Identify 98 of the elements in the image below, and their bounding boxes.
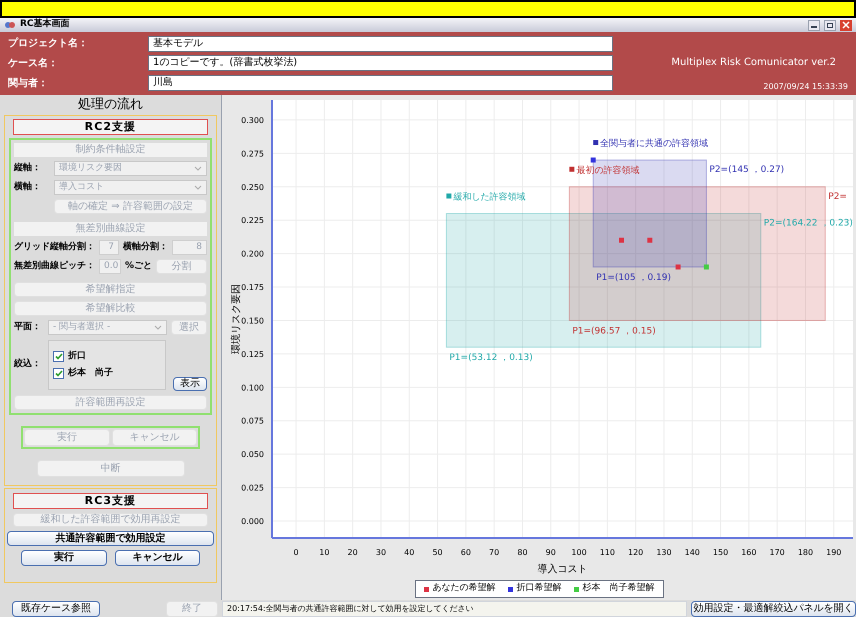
tick-label: 80 bbox=[517, 548, 528, 557]
tick-label: 0.125 bbox=[241, 350, 264, 359]
field-label: グリッド縦軸分割： bbox=[14, 240, 95, 254]
chevron-down-icon bbox=[194, 185, 202, 190]
chevron-down-icon bbox=[154, 325, 162, 330]
section-title: 無差別曲線設定 bbox=[14, 222, 207, 236]
panel-title: 処理の流れ bbox=[77, 96, 144, 114]
field-label: %ごと bbox=[125, 260, 152, 273]
cancel-button[interactable]: キャンセル bbox=[114, 550, 200, 566]
tick-label: 60 bbox=[460, 548, 471, 557]
tick-label: 110 bbox=[600, 548, 615, 557]
tick-label: 10 bbox=[319, 548, 330, 557]
region-label: 緩和した許容領域 bbox=[453, 192, 526, 202]
tick-label: 0.150 bbox=[241, 316, 264, 326]
field-label: 平面： bbox=[14, 320, 42, 334]
checkmark-icon bbox=[54, 370, 62, 378]
checkbox[interactable] bbox=[53, 368, 64, 380]
tick-label: 0.175 bbox=[241, 283, 264, 292]
tick-label: 0.050 bbox=[241, 450, 264, 460]
dropdown[interactable]: 導入コスト bbox=[54, 180, 207, 195]
status-bar: 20:17:54:全関与者の共通許容範囲に対して効用を設定してください bbox=[222, 600, 687, 616]
show-button[interactable]: 表示 bbox=[173, 377, 207, 391]
text-field[interactable]: 1のコピーです。(辞書式枚挙法) bbox=[148, 55, 613, 72]
tick-label: 0.300 bbox=[241, 116, 264, 125]
legend-label: 杉本 尚子希望解 bbox=[582, 582, 654, 596]
field-label: 関与者： bbox=[8, 76, 49, 91]
tick-label: 120 bbox=[628, 548, 644, 557]
field-label: 横軸分割： bbox=[123, 240, 168, 254]
point-label: P1=(96.57 ，0.15) bbox=[572, 326, 656, 336]
axis-title: 導入コスト bbox=[538, 564, 588, 575]
region-marker-icon bbox=[569, 166, 574, 172]
tick-label: 100 bbox=[571, 548, 587, 557]
text-field[interactable]: 基本モデル bbox=[148, 36, 613, 52]
legend-label: あなたの希望解 bbox=[432, 582, 496, 596]
number-field[interactable]: 0.0 bbox=[99, 259, 121, 274]
tick-label: 190 bbox=[826, 548, 842, 557]
tick-label: 0.025 bbox=[241, 484, 264, 493]
text-field[interactable]: 川島 bbox=[148, 75, 613, 92]
number-field[interactable]: 8 bbox=[172, 240, 207, 255]
participant-name: 杉本 尚子 bbox=[68, 367, 113, 380]
restore-button[interactable] bbox=[824, 20, 836, 30]
point-label: P2=(164.22 ，0.23) bbox=[764, 218, 853, 228]
tick-label: 140 bbox=[684, 548, 700, 557]
dropdown[interactable]: 環境リスク要因 bbox=[54, 161, 207, 176]
minimize-button[interactable] bbox=[808, 20, 820, 30]
chevron-down-icon bbox=[194, 166, 202, 171]
tick-label: 0.250 bbox=[241, 182, 264, 192]
tick-label: 0.275 bbox=[241, 149, 264, 158]
point-label: P1=(53.12 ，0.13) bbox=[449, 353, 533, 364]
field-label: 縦軸： bbox=[14, 162, 42, 175]
number-field[interactable]: 7 bbox=[99, 240, 119, 255]
region-label: 全関与者に共通の許容領域 bbox=[600, 139, 708, 150]
tick-label: 20 bbox=[348, 548, 358, 557]
open-panel-button[interactable]: 効用設定・最適解絞込パネルを開く bbox=[691, 600, 856, 616]
field-label: 横軸： bbox=[14, 180, 42, 194]
checkmark-icon bbox=[54, 352, 62, 360]
axis-title: 環境リスク要因 bbox=[231, 284, 242, 354]
tick-label: 160 bbox=[741, 548, 756, 557]
section-heading: RC2支援 bbox=[13, 119, 208, 135]
app-name: Multiplex Risk Comunicator ver.2 bbox=[671, 56, 836, 70]
section-title: 制約条件軸設定 bbox=[14, 143, 207, 157]
region-label: 最初の許容領域 bbox=[576, 166, 640, 176]
tick-label: 50 bbox=[432, 548, 443, 557]
tick-label: 170 bbox=[770, 548, 785, 557]
tick-label: 30 bbox=[376, 548, 386, 557]
common-utility-button[interactable]: 共通許容範囲で効用設定 bbox=[7, 531, 214, 546]
point-label: P1=(105 ，0.19) bbox=[596, 273, 671, 283]
region-marker-icon bbox=[593, 140, 598, 146]
window-title: RC基本画面 bbox=[20, 18, 71, 32]
dropdown[interactable]: - 関与者選択 - bbox=[48, 320, 167, 335]
point-label: P2=(145 ，0.27) bbox=[709, 165, 784, 176]
tick-label: 0.225 bbox=[241, 216, 264, 226]
browse-case-button[interactable]: 既存ケース参照 bbox=[12, 600, 100, 616]
tick-label: 0.075 bbox=[241, 416, 264, 426]
tick-label: 40 bbox=[404, 548, 414, 557]
field-label: プロジェクト名： bbox=[8, 36, 89, 52]
point-label: P2= bbox=[828, 192, 847, 202]
tick-label: 180 bbox=[798, 548, 814, 557]
tick-label: 130 bbox=[656, 548, 672, 557]
timestamp: 2007/09/24 15:33:39 bbox=[763, 81, 848, 93]
tick-label: 0.100 bbox=[241, 383, 264, 392]
legend-label: 折口希望解 bbox=[516, 582, 562, 596]
tick-label: 150 bbox=[712, 548, 728, 557]
app-icon bbox=[4, 20, 16, 30]
field-label: 絞込： bbox=[14, 358, 42, 372]
field-label: 無差別曲線ピッチ： bbox=[14, 260, 95, 273]
tick-label: 90 bbox=[546, 548, 556, 557]
close-button[interactable] bbox=[840, 20, 852, 30]
tick-label: 0.200 bbox=[241, 250, 264, 259]
region-marker-icon bbox=[446, 194, 452, 198]
participant-name: 折口 bbox=[68, 350, 86, 362]
section-heading: RC3支援 bbox=[13, 493, 208, 509]
tick-label: 70 bbox=[489, 548, 500, 557]
field-label: ケース名： bbox=[8, 56, 59, 71]
tick-label: 0.000 bbox=[241, 517, 264, 526]
checkbox[interactable] bbox=[53, 350, 64, 362]
run-button[interactable]: 実行 bbox=[21, 550, 106, 566]
tick-label: 0 bbox=[294, 548, 299, 557]
